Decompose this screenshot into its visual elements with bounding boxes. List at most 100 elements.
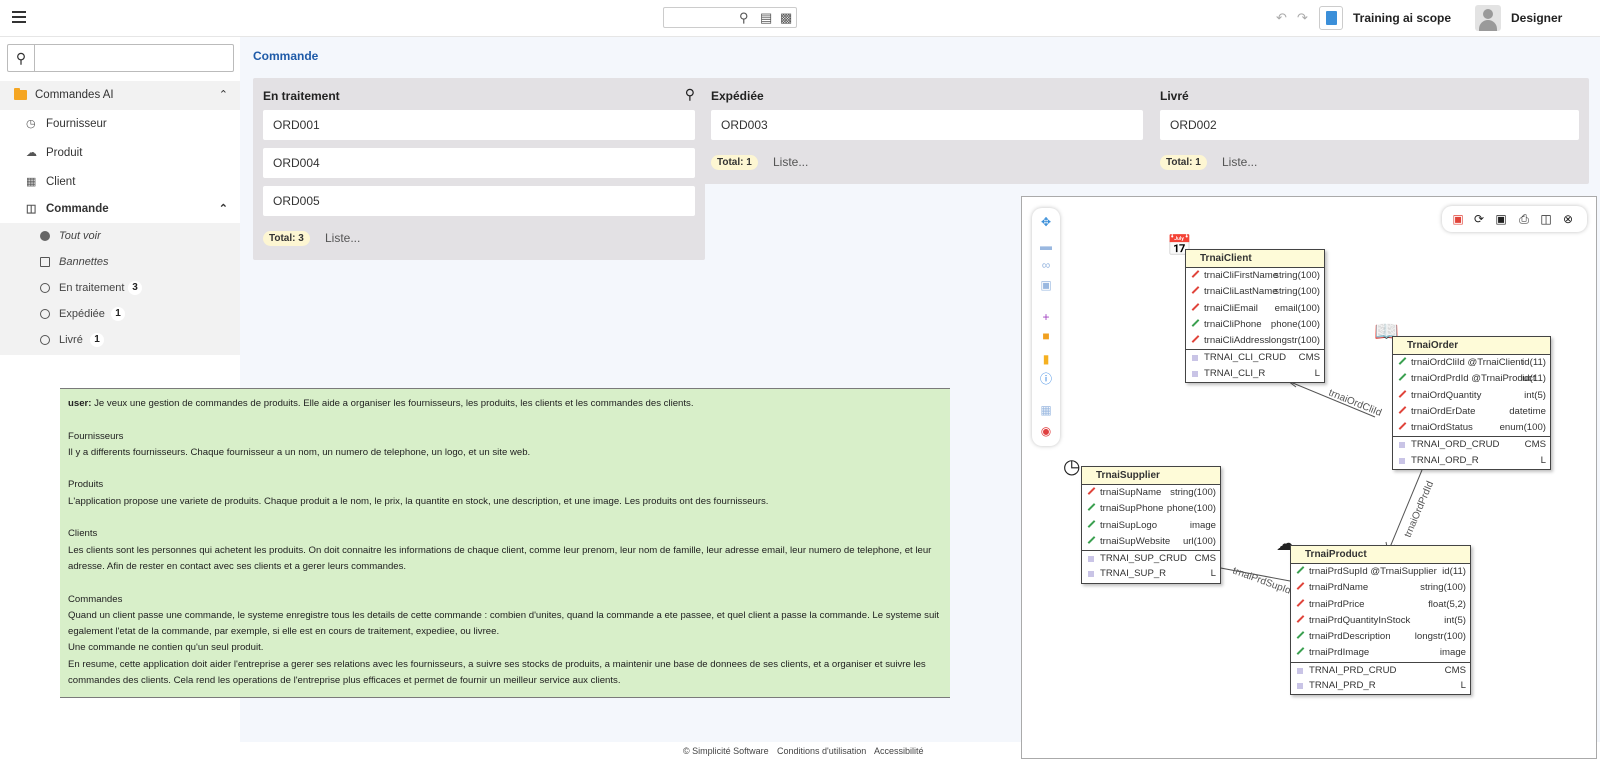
qrcode-icon[interactable]: ▩	[780, 10, 792, 26]
order-card[interactable]: ORD005	[263, 186, 695, 216]
entity-field[interactable]: trnaiPrdSupId @TrnaiSupplier id(11)	[1291, 564, 1470, 580]
entity-name[interactable]: TrnaiOrder	[1393, 337, 1550, 355]
entity-field[interactable]: trnaiOrdStatus enum(100)	[1393, 420, 1550, 436]
prompt-heading: Clients	[68, 528, 98, 540]
field-type: string(100)	[1274, 270, 1320, 281]
entity-function[interactable]: TRNAI_PRD_CRUD CMS	[1291, 661, 1470, 678]
user-name[interactable]: Designer	[1511, 11, 1562, 25]
sidebar-item-label: Fournisseur	[46, 118, 107, 130]
order-card[interactable]: ORD001	[263, 110, 695, 140]
note-icon[interactable]: ▮	[1039, 353, 1053, 365]
order-card[interactable]: ORD004	[263, 148, 695, 178]
field-name: trnaiSupWebsite	[1100, 535, 1171, 547]
field-name: trnaiSupName	[1100, 487, 1162, 498]
entity-field[interactable]: trnaiCliFirstName string(100)	[1186, 268, 1324, 284]
entity-function[interactable]: TRNAI_ORD_CRUD CMS	[1393, 436, 1550, 452]
grid-icon[interactable]: ▦	[1039, 404, 1053, 416]
pen-icon	[1087, 487, 1096, 495]
entity-field[interactable]: trnaiOrdErDate datetime	[1393, 404, 1550, 420]
entity-field[interactable]: trnaiOrdPrdId @TrnaiProduct id(11)	[1393, 371, 1550, 387]
undo-icon[interactable]: ↶	[1276, 10, 1287, 26]
sidebar-sub-en-traitement[interactable]: En traitement 3	[0, 275, 240, 301]
sidebar-sub-livre[interactable]: Livré 1	[0, 327, 240, 353]
liste-link[interactable]: Liste...	[1222, 155, 1257, 169]
info-icon[interactable]: ⓘ	[1039, 373, 1053, 385]
entity-name[interactable]: TrnaiSupplier	[1082, 467, 1220, 485]
entity-field[interactable]: trnaiSupLogo image	[1082, 518, 1220, 534]
move-icon[interactable]: ✥	[1039, 216, 1053, 228]
entity-name[interactable]: TrnaiProduct	[1291, 546, 1470, 564]
entity-field[interactable]: trnaiOrdQuantity int(5)	[1393, 388, 1550, 404]
sidebar-item-commande[interactable]: ◫ Commande ⌃	[0, 195, 240, 224]
entity-field[interactable]: trnaiCliEmail email(100)	[1186, 301, 1324, 317]
pen-icon	[1296, 647, 1305, 656]
column-title: En traitement	[263, 89, 340, 103]
sidebar-sub-bannettes[interactable]: Bannettes	[0, 249, 240, 275]
breadcrumb[interactable]: Commande	[253, 49, 318, 63]
entity-field[interactable]: trnaiPrdDescription longstr(100)	[1291, 629, 1470, 645]
search-icon[interactable]: ⚲	[685, 86, 695, 103]
accessibility-link[interactable]: Accessibilité	[874, 746, 924, 756]
terms-link[interactable]: Conditions d'utilisation	[777, 746, 866, 756]
entity-name[interactable]: TrnaiClient	[1186, 250, 1324, 268]
function-name: TRNAI_PRD_R	[1309, 680, 1376, 692]
frame-icon[interactable]: ▣	[1039, 279, 1053, 291]
entity-field[interactable]: trnaiPrdQuantityInStock int(5)	[1291, 613, 1470, 629]
global-search[interactable]: ⚲ ▤ ▩	[663, 7, 797, 28]
entity-function[interactable]: TRNAI_CLI_CRUD CMS	[1186, 349, 1324, 365]
project-icon[interactable]	[1319, 6, 1343, 30]
entity-field[interactable]: trnaiPrdPrice float(5,2)	[1291, 597, 1470, 613]
sidebar-sub-tout-voir[interactable]: Tout voir	[0, 223, 240, 249]
search-icon[interactable]: ⚲	[739, 10, 749, 26]
entity-field[interactable]: trnaiSupName string(100)	[1082, 485, 1220, 501]
chevron-up-icon[interactable]: ⌃	[219, 195, 228, 224]
entity-function[interactable]: TRNAI_CLI_R L	[1186, 366, 1324, 382]
entity-order[interactable]: TrnaiOrder trnaiOrdCliId @TrnaiClient id(1…	[1392, 336, 1551, 471]
close-icon[interactable]: ⊗	[1561, 212, 1575, 226]
sidebar-item-fournisseur[interactable]: ◷ Fournisseur	[0, 110, 240, 139]
entity-function[interactable]: TRNAI_SUP_R L	[1082, 566, 1220, 582]
entity-field[interactable]: trnaiSupWebsite url(100)	[1082, 534, 1220, 550]
model-diagram[interactable]: trnaiOrdCliId trnaiOrdPrdId trnaiPrdSupI…	[1021, 196, 1597, 759]
sidebar-search-input[interactable]	[36, 45, 232, 71]
entity-field[interactable]: trnaiOrdCliId @TrnaiClient id(11)	[1393, 355, 1550, 371]
color-wheel-icon[interactable]: ◉	[1039, 425, 1053, 437]
refresh-icon[interactable]: ⟳	[1472, 212, 1486, 226]
add-icon[interactable]: +	[1039, 311, 1053, 323]
redo-icon[interactable]: ↷	[1297, 10, 1308, 26]
entity-field[interactable]: trnaiPrdImage image	[1291, 645, 1470, 661]
comment-icon[interactable]: ▬	[1039, 240, 1053, 252]
image-icon[interactable]: ▣	[1494, 212, 1508, 226]
pen-icon	[1398, 357, 1407, 365]
sidebar-item-produit[interactable]: ☁ Produit	[0, 139, 240, 168]
entity-field[interactable]: trnaiCliPhone phone(100)	[1186, 317, 1324, 333]
link-icon[interactable]: ∞	[1039, 259, 1053, 271]
sidebar-root-commandes-ai[interactable]: Commandes AI ⌃	[0, 81, 240, 110]
entity-function[interactable]: TRNAI_PRD_R L	[1291, 678, 1470, 694]
entity-field[interactable]: trnaiPrdName string(100)	[1291, 580, 1470, 596]
order-card[interactable]: ORD002	[1160, 110, 1579, 140]
sidebar-sub-expediee[interactable]: Expédiée 1	[0, 301, 240, 327]
box-icon[interactable]: ■	[1039, 330, 1053, 342]
entity-supplier[interactable]: TrnaiSupplier trnaiSupName string(100) trna…	[1081, 466, 1221, 584]
print-icon[interactable]: ⎙	[1517, 212, 1531, 226]
avatar[interactable]	[1475, 5, 1501, 31]
liste-link[interactable]: Liste...	[325, 231, 360, 245]
columns-icon[interactable]: ◫	[1539, 212, 1553, 226]
entity-function[interactable]: TRNAI_ORD_R L	[1393, 453, 1550, 469]
sidebar-item-client[interactable]: ▦ Client	[0, 168, 240, 197]
liste-link[interactable]: Liste...	[773, 155, 808, 169]
entity-product[interactable]: TrnaiProduct trnaiPrdSupId @TrnaiSupplier…	[1290, 545, 1471, 696]
order-card[interactable]: ORD003	[711, 110, 1143, 140]
barcode-icon[interactable]: ▤	[760, 10, 772, 26]
save-icon[interactable]: ▣	[1451, 212, 1465, 226]
menu-icon[interactable]	[12, 11, 26, 23]
entity-field[interactable]: trnaiSupPhone phone(100)	[1082, 501, 1220, 517]
entity-client[interactable]: TrnaiClient trnaiCliFirstName string(100) t…	[1185, 249, 1325, 384]
project-title[interactable]: Training ai scope	[1353, 11, 1451, 25]
entity-function[interactable]: TRNAI_SUP_CRUD CMS	[1082, 550, 1220, 566]
chevron-up-icon[interactable]: ⌃	[219, 81, 228, 110]
entity-field[interactable]: trnaiCliLastName string(100)	[1186, 284, 1324, 300]
entity-field[interactable]: trnaiCliAddress longstr(100)	[1186, 333, 1324, 349]
search-icon[interactable]: ⚲	[8, 45, 35, 71]
